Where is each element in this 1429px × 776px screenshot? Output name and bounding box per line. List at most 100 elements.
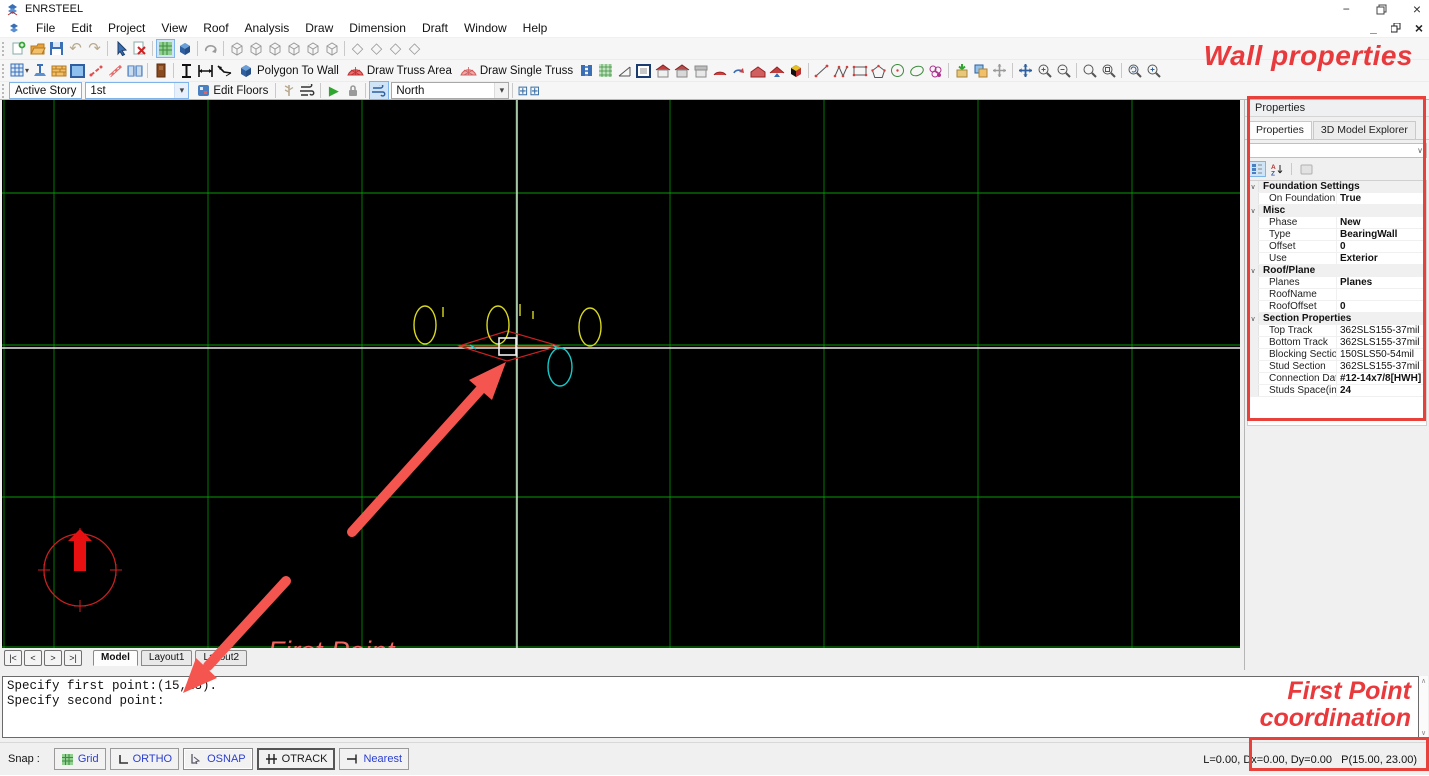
collapse-icon[interactable]: ∨	[1248, 205, 1259, 216]
roof-house-button[interactable]	[653, 61, 672, 80]
draw-polygon-button[interactable]	[869, 61, 888, 80]
snap-grid-toggle[interactable]: Grid	[53, 748, 106, 770]
property-row[interactable]: Blocking Section 150SLS50-54mil	[1248, 349, 1426, 361]
view-preset-nw-button[interactable]	[284, 39, 303, 58]
draw-ellipse-button[interactable]	[907, 61, 926, 80]
toolbar-grip[interactable]	[2, 83, 6, 98]
minimize-icon[interactable]: −	[1343, 0, 1350, 18]
iso-view-3-button[interactable]: ◇	[386, 39, 405, 58]
property-value[interactable]: 362SLS155-37mil	[1337, 325, 1426, 336]
property-row[interactable]: Use Exterior	[1248, 253, 1426, 265]
menu-dimension[interactable]: Dimension	[341, 19, 414, 37]
property-value[interactable]: Exterior	[1337, 253, 1426, 264]
active-story-button[interactable]: Active Story	[9, 82, 83, 99]
property-row[interactable]: Type BearingWall	[1248, 229, 1426, 241]
tree-view-button[interactable]	[279, 81, 298, 100]
column-tool-button[interactable]	[30, 61, 49, 80]
menu-window[interactable]: Window	[456, 19, 515, 37]
property-value[interactable]: True	[1337, 193, 1426, 204]
iso-view-2-button[interactable]: ◇	[367, 39, 386, 58]
menu-project[interactable]: Project	[100, 19, 153, 37]
draw-beam-button[interactable]	[87, 61, 106, 80]
menu-help[interactable]: Help	[515, 19, 556, 37]
redo-button[interactable]: ↷	[85, 39, 104, 58]
truss-3d-button[interactable]	[577, 61, 596, 80]
iso-view-4-button[interactable]: ◇	[405, 39, 424, 58]
property-row[interactable]: On Foundation True	[1248, 193, 1426, 205]
gable-roof-button[interactable]	[748, 61, 767, 80]
menu-edit[interactable]: Edit	[63, 19, 100, 37]
iso-view-1-button[interactable]: ◇	[348, 39, 367, 58]
pan-tool-button[interactable]	[1016, 61, 1035, 80]
property-value[interactable]: BearingWall	[1337, 229, 1426, 240]
open-file-button[interactable]	[28, 39, 47, 58]
mdi-close-icon[interactable]: ×	[1415, 20, 1423, 36]
run-analysis-button[interactable]: ▶	[324, 81, 343, 100]
property-value[interactable]: 150SLS50-54mil	[1337, 349, 1426, 360]
prev-sheet-button[interactable]: <	[24, 650, 42, 666]
view-3d-button[interactable]	[175, 39, 194, 58]
tab-model[interactable]: Model	[93, 650, 138, 666]
property-row[interactable]: Planes Planes	[1248, 277, 1426, 289]
property-value[interactable]: #12-14x7/8[HWH]	[1337, 373, 1426, 384]
collapse-icon[interactable]: ∨	[1248, 181, 1259, 192]
draw-polyline-button[interactable]	[831, 61, 850, 80]
wall-tool-button[interactable]	[49, 61, 68, 80]
first-sheet-button[interactable]: |<	[4, 650, 22, 666]
lock-icon[interactable]	[343, 81, 362, 100]
undo-button[interactable]: ↶	[66, 39, 85, 58]
draw-single-truss-button[interactable]: Draw Single Truss	[456, 61, 577, 80]
property-value[interactable]: 0	[1337, 241, 1426, 252]
menu-file[interactable]: File	[28, 19, 63, 37]
property-value[interactable]: 0	[1337, 301, 1426, 312]
solid-view-button[interactable]	[786, 61, 805, 80]
door-tool-button[interactable]	[151, 61, 170, 80]
roof-house-2-button[interactable]	[672, 61, 691, 80]
erase-object-button[interactable]	[130, 39, 149, 58]
command-scrollbar[interactable]: ∧ ∨	[1419, 676, 1428, 738]
last-sheet-button[interactable]: >|	[64, 650, 82, 666]
scroll-up-icon[interactable]: ∧	[1421, 677, 1426, 685]
collapse-icon[interactable]: ∨	[1248, 265, 1259, 276]
property-row[interactable]: Stud Section 362SLS155-37mil	[1248, 361, 1426, 373]
menu-roof[interactable]: Roof	[195, 19, 236, 37]
menu-draft[interactable]: Draft	[414, 19, 456, 37]
object-selector-combo[interactable]: ∨	[1247, 143, 1427, 158]
draw-line-button[interactable]	[812, 61, 831, 80]
property-value[interactable]: Planes	[1337, 277, 1426, 288]
stud-frame-button[interactable]	[125, 61, 144, 80]
opening-tool-button[interactable]	[634, 61, 653, 80]
draw-rectangle-button[interactable]	[850, 61, 869, 80]
zoom-page-button[interactable]	[1099, 61, 1118, 80]
slab-tool-button[interactable]	[68, 61, 87, 80]
zoom-in-button[interactable]	[1035, 61, 1054, 80]
wall-grid-menu-button[interactable]: ▾	[9, 61, 30, 80]
save-button[interactable]	[47, 39, 66, 58]
draw-circle-button[interactable]	[888, 61, 907, 80]
wind-direction-icon[interactable]	[369, 81, 390, 100]
mdi-restore-icon[interactable]	[1390, 23, 1401, 33]
menu-analysis[interactable]: Analysis	[237, 19, 298, 37]
export-model-button[interactable]	[971, 61, 990, 80]
property-value[interactable]: 24	[1337, 385, 1426, 396]
zoom-extents-button[interactable]	[1144, 61, 1163, 80]
edit-floors-button[interactable]: Edit Floors	[193, 81, 272, 100]
hip-roof-button[interactable]	[767, 61, 786, 80]
zoom-window-button[interactable]	[1080, 61, 1099, 80]
leader-tool-button[interactable]	[215, 61, 234, 80]
tab-layout1[interactable]: Layout1	[140, 650, 193, 666]
draw-cloud-button[interactable]	[926, 61, 945, 80]
tab-properties[interactable]: Properties	[1248, 121, 1312, 139]
view-preset-top-button[interactable]	[303, 39, 322, 58]
mesh-area-button[interactable]	[596, 61, 615, 80]
dimension-tool-button[interactable]	[196, 61, 215, 80]
grid-display-toggle[interactable]	[156, 39, 175, 58]
property-value[interactable]: New	[1337, 217, 1426, 228]
select-cursor-button[interactable]	[111, 39, 130, 58]
property-row[interactable]: Bottom Track 362SLS155-37mil	[1248, 337, 1426, 349]
category-roof-plane[interactable]: ∨ Roof/Plane	[1248, 265, 1426, 277]
draw-truss-area-button[interactable]: Draw Truss Area	[343, 61, 456, 80]
zoom-out-button[interactable]	[1054, 61, 1073, 80]
restore-icon[interactable]	[1376, 4, 1387, 15]
import-model-button[interactable]	[952, 61, 971, 80]
